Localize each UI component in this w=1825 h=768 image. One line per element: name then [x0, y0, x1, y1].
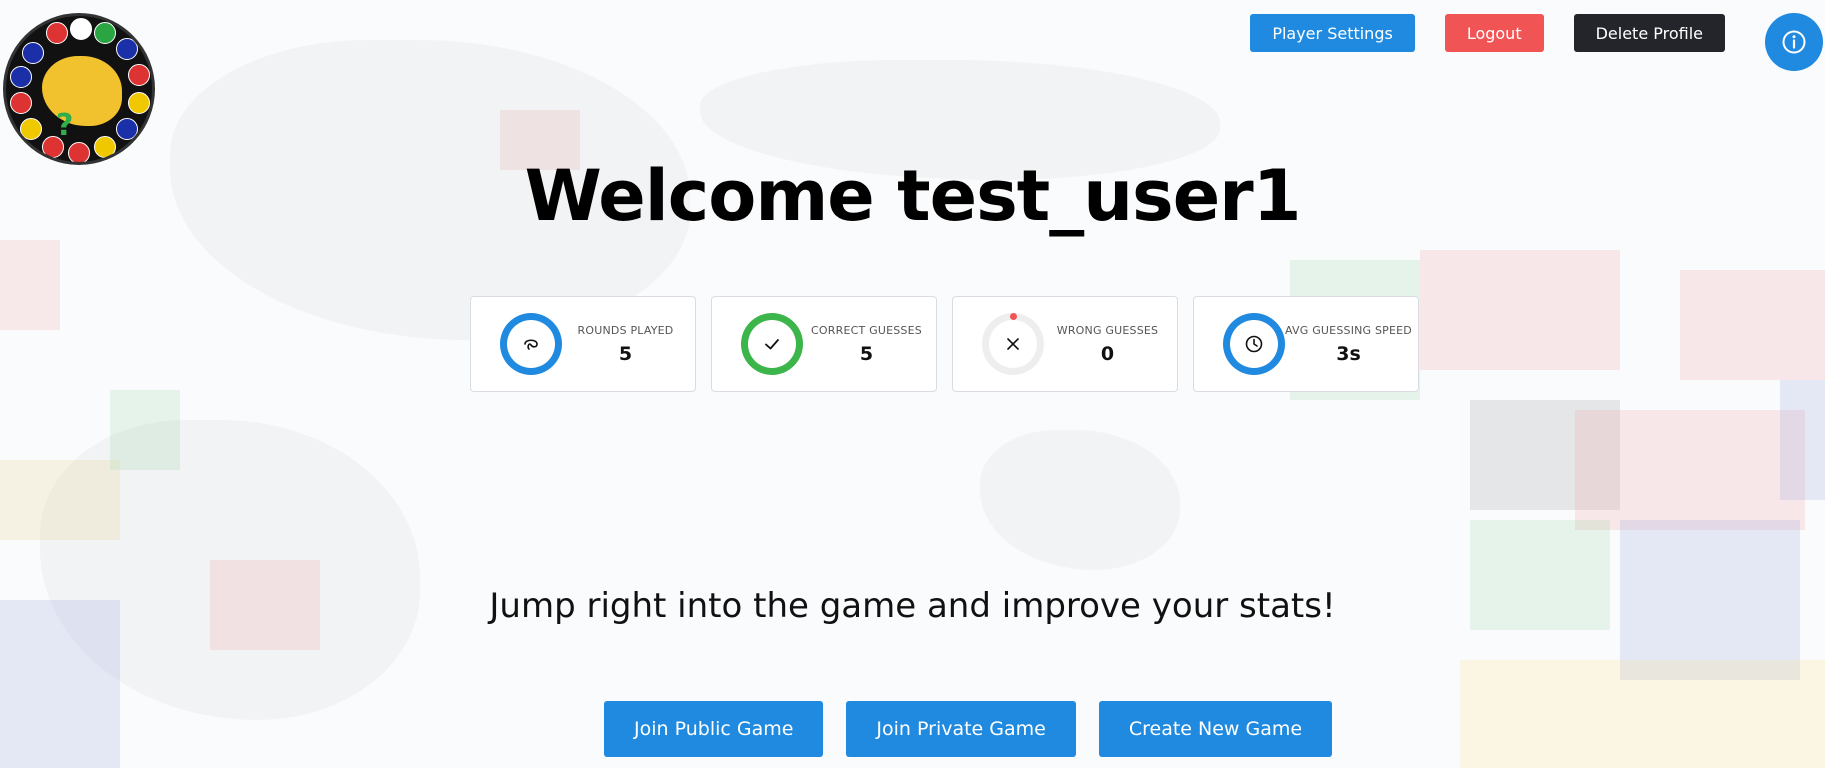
info-icon	[1782, 30, 1806, 54]
create-new-game-button[interactable]: Create New Game	[1098, 701, 1333, 757]
header-actions: Player Settings Logout Delete Profile	[1250, 14, 1725, 52]
speed-ring	[1223, 313, 1285, 375]
stat-card-speed: AVG GUESSING SPEED 3s	[1193, 296, 1419, 392]
stats-row: ROUNDS PLAYED 5 CORRECT GUESSES 5 WRONG …	[470, 296, 1419, 392]
stat-label: AVG GUESSING SPEED	[1285, 323, 1412, 337]
correct-ring	[741, 313, 803, 375]
wrong-indicator-dot	[1010, 313, 1017, 320]
stat-card-correct: CORRECT GUESSES 5	[711, 296, 937, 392]
stat-label: ROUNDS PLAYED	[577, 323, 674, 337]
stat-value: 0	[1100, 342, 1115, 365]
game-actions: Join Public Game Join Private Game Creat…	[604, 701, 1333, 757]
join-public-game-button[interactable]: Join Public Game	[604, 701, 824, 757]
join-private-game-button[interactable]: Join Private Game	[846, 701, 1076, 757]
stat-value: 3s	[1336, 342, 1361, 365]
rounds-ring	[500, 313, 562, 375]
stat-value: 5	[618, 342, 633, 365]
x-mark-icon	[1007, 338, 1019, 350]
stat-value: 5	[859, 342, 874, 365]
checkmark-icon	[765, 339, 779, 350]
player-settings-button[interactable]: Player Settings	[1250, 14, 1415, 52]
stat-card-wrong: WRONG GUESSES 0	[952, 296, 1178, 392]
clock-icon	[1245, 335, 1263, 353]
tagline: Jump right into the game and improve you…	[489, 586, 1336, 626]
wrong-ring	[982, 313, 1044, 375]
flags-globe-logo: ?	[3, 13, 155, 165]
info-button[interactable]	[1765, 13, 1823, 71]
stat-card-rounds: ROUNDS PLAYED 5	[470, 296, 696, 392]
welcome-title: Welcome test_user1	[524, 155, 1302, 237]
logout-button[interactable]: Logout	[1444, 14, 1544, 52]
delete-profile-button[interactable]: Delete Profile	[1573, 14, 1725, 52]
stat-label: WRONG GUESSES	[1056, 323, 1159, 337]
stat-label: CORRECT GUESSES	[811, 323, 922, 337]
rounds-loop-icon	[524, 339, 538, 350]
